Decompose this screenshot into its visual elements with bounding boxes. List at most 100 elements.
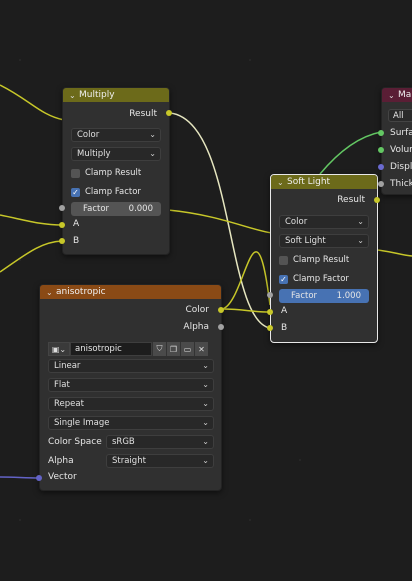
chevron-down-icon: ⌄ <box>357 236 364 245</box>
chevron-down-icon: ⌄ <box>202 418 209 427</box>
multiply-factor-slider[interactable]: Factor 0.000 <box>71 202 161 216</box>
fake-user-shield-icon[interactable]: ⛉ <box>152 342 166 356</box>
material-output-node[interactable]: ⌄ Ma All Surfac Volum Displa Thickn <box>381 87 412 195</box>
soft-light-factor-slider[interactable]: Factor 1.000 <box>279 289 369 303</box>
soft-light-input-a-label: A <box>281 306 288 316</box>
soft-light-type-select[interactable]: Color ⌄ <box>279 215 369 229</box>
chevron-down-icon: ⌄ <box>149 130 156 139</box>
unlink-close-icon[interactable]: ✕ <box>194 342 208 356</box>
color-space-value: sRGB <box>112 437 135 447</box>
soft-light-node[interactable]: ⌄ Soft Light Result Color ⌄ Soft Light ⌄ C… <box>270 174 378 343</box>
source-value: Single Image <box>54 418 110 428</box>
multiply-clamp-result-label: Clamp Result <box>85 168 142 178</box>
output-volume-input-socket[interactable] <box>378 147 384 153</box>
multiply-factor-label: Factor <box>83 204 110 214</box>
soft-light-type-value: Color <box>285 217 308 227</box>
color-space-select[interactable]: sRGB ⌄ <box>106 435 214 449</box>
soft-light-node-header[interactable]: ⌄ Soft Light <box>271 175 377 189</box>
soft-light-factor-value: 1.000 <box>336 291 361 301</box>
projection-select[interactable]: Flat ⌄ <box>48 378 214 392</box>
collapse-chevron-icon[interactable]: ⌄ <box>277 178 287 187</box>
soft-light-b-input-socket[interactable] <box>267 325 273 331</box>
image-texture-node[interactable]: ⌄ anisotropic Color Alpha ▣⌄ anisotropic… <box>39 284 222 491</box>
link-vector-in <box>0 476 41 479</box>
texture-alpha-output-socket[interactable] <box>218 324 224 330</box>
multiply-operation-value: Multiply <box>77 149 111 159</box>
extension-select[interactable]: Repeat ⌄ <box>48 397 214 411</box>
soft-light-output-result-label: Result <box>337 195 365 205</box>
interpolation-select[interactable]: Linear ⌄ <box>48 359 214 373</box>
multiply-clamp-factor-label: Clamp Factor <box>85 187 141 197</box>
checkbox-unchecked-icon <box>279 255 288 265</box>
multiply-b-input-socket[interactable] <box>59 238 65 244</box>
multiply-clamp-factor-checkbox[interactable]: ✓ Clamp Factor <box>71 187 141 197</box>
soft-light-clamp-factor-checkbox[interactable]: ✓ Clamp Factor <box>279 274 349 284</box>
chevron-down-icon: ⌄ <box>202 399 209 408</box>
collapse-chevron-icon[interactable]: ⌄ <box>46 288 56 297</box>
alpha-mode-select[interactable]: Straight ⌄ <box>106 454 214 468</box>
output-thickness-label: Thickn <box>390 179 412 189</box>
collapse-chevron-icon[interactable]: ⌄ <box>388 91 398 100</box>
collapse-chevron-icon[interactable]: ⌄ <box>69 91 79 100</box>
image-name-value: anisotropic <box>75 344 122 354</box>
output-displacement-label: Displa <box>390 162 412 172</box>
extension-value: Repeat <box>54 399 84 409</box>
multiply-input-b-label: B <box>73 236 80 246</box>
soft-light-clamp-factor-label: Clamp Factor <box>293 274 349 284</box>
soft-light-input-b-label: B <box>281 323 288 333</box>
texture-color-output-socket[interactable] <box>218 307 224 313</box>
checkmark-icon: ✓ <box>279 274 288 284</box>
chevron-down-icon: ⌄ <box>149 149 156 158</box>
image-browse-icon[interactable]: ▣⌄ <box>48 342 70 356</box>
interpolation-value: Linear <box>54 361 81 371</box>
multiply-clamp-result-checkbox[interactable]: Clamp Result <box>71 168 141 178</box>
multiply-operation-select[interactable]: Multiply ⌄ <box>71 147 161 161</box>
open-folder-icon[interactable]: ▭ <box>180 342 194 356</box>
multiply-node[interactable]: ⌄ Multiply Result Color ⌄ Multiply ⌄ Clamp… <box>62 87 170 255</box>
multiply-result-output-socket[interactable] <box>166 110 172 116</box>
texture-node-header[interactable]: ⌄ anisotropic <box>40 285 221 299</box>
link-offscreen-to-multiply <box>0 84 65 121</box>
soft-light-result-output-socket[interactable] <box>374 197 380 203</box>
chevron-down-icon: ⌄ <box>202 456 209 465</box>
multiply-type-value: Color <box>77 130 100 140</box>
multiply-factor-input-socket[interactable] <box>59 205 65 211</box>
soft-light-operation-value: Soft Light <box>285 236 326 246</box>
multiply-factor-value: 0.000 <box>128 204 153 214</box>
image-name-field[interactable]: anisotropic <box>70 342 152 356</box>
image-datablock-selector[interactable]: ▣⌄ anisotropic ⛉ ❐ ▭ ✕ <box>48 342 208 356</box>
multiply-node-title: Multiply <box>79 90 115 100</box>
multiply-a-input-socket[interactable] <box>59 222 65 228</box>
link-to-offscreen-right <box>167 209 273 234</box>
link-to-output-surface <box>319 131 382 175</box>
output-thickness-input-socket[interactable] <box>378 181 384 187</box>
target-value: All <box>393 110 404 121</box>
texture-vector-input-socket[interactable] <box>36 475 42 481</box>
duplicate-image-icon[interactable]: ❐ <box>166 342 180 356</box>
texture-output-alpha-label: Alpha <box>183 322 209 332</box>
soft-light-a-input-socket[interactable] <box>267 309 273 315</box>
multiply-output-result-label: Result <box>129 109 157 119</box>
material-output-node-header[interactable]: ⌄ Ma <box>382 88 412 102</box>
output-surface-label: Surfac <box>390 128 412 138</box>
chevron-down-icon: ⌄ <box>202 380 209 389</box>
material-output-node-title: Ma <box>398 90 412 100</box>
multiply-node-header[interactable]: ⌄ Multiply <box>63 88 169 102</box>
multiply-type-select[interactable]: Color ⌄ <box>71 128 161 142</box>
projection-value: Flat <box>54 380 70 390</box>
source-select[interactable]: Single Image ⌄ <box>48 416 214 430</box>
soft-light-factor-label: Factor <box>291 291 318 301</box>
texture-output-color-label: Color <box>185 305 210 315</box>
output-displacement-input-socket[interactable] <box>378 164 384 170</box>
soft-light-factor-input-socket[interactable] <box>267 292 273 298</box>
soft-light-operation-select[interactable]: Soft Light ⌄ <box>279 234 369 248</box>
alpha-mode-value: Straight <box>112 456 146 466</box>
texture-node-title: anisotropic <box>56 287 106 297</box>
soft-light-clamp-result-checkbox[interactable]: Clamp Result <box>279 255 349 265</box>
chevron-down-icon: ⌄ <box>202 361 209 370</box>
output-surface-input-socket[interactable] <box>378 130 384 136</box>
target-select[interactable]: All <box>388 109 412 122</box>
link-texture-to-softlight-a <box>221 251 271 310</box>
output-volume-label: Volum <box>390 145 412 155</box>
link-offscreen-to-multiply-b <box>0 240 63 273</box>
